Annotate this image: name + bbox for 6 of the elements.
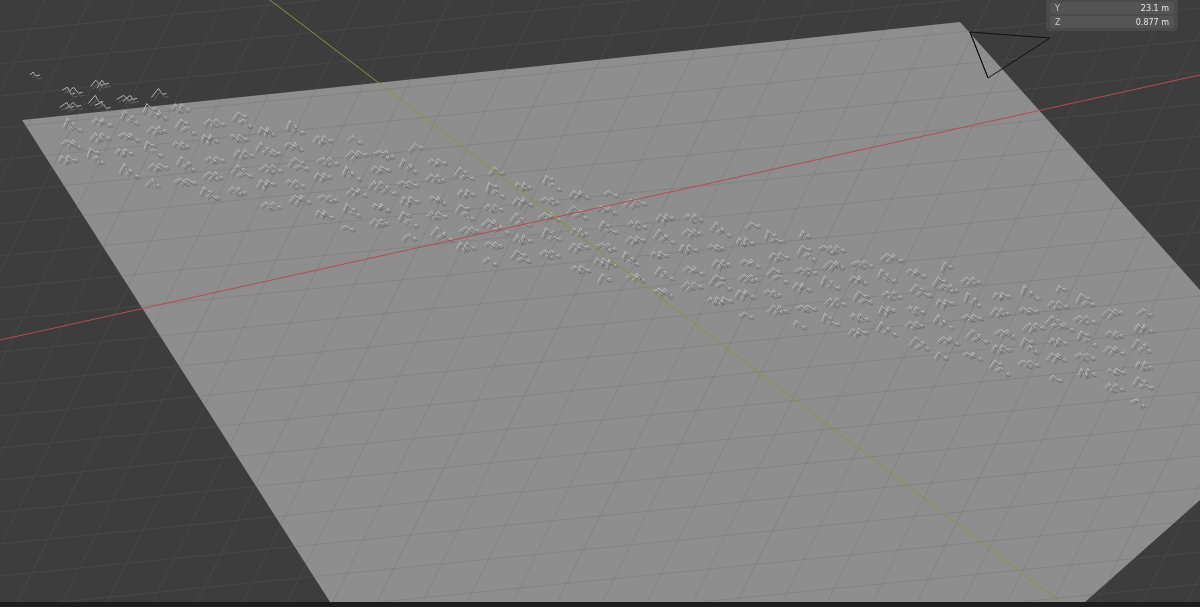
dimension-field[interactable]: Z 0.877 m [1050,16,1174,28]
axis-label: Y [1055,3,1060,13]
dimension-field[interactable]: Y 23.1 m [1050,2,1174,14]
dimension-value: 23.1 m [1140,3,1169,13]
dimension-value: 0.877 m [1135,17,1169,27]
axis-label: Z [1055,17,1061,27]
